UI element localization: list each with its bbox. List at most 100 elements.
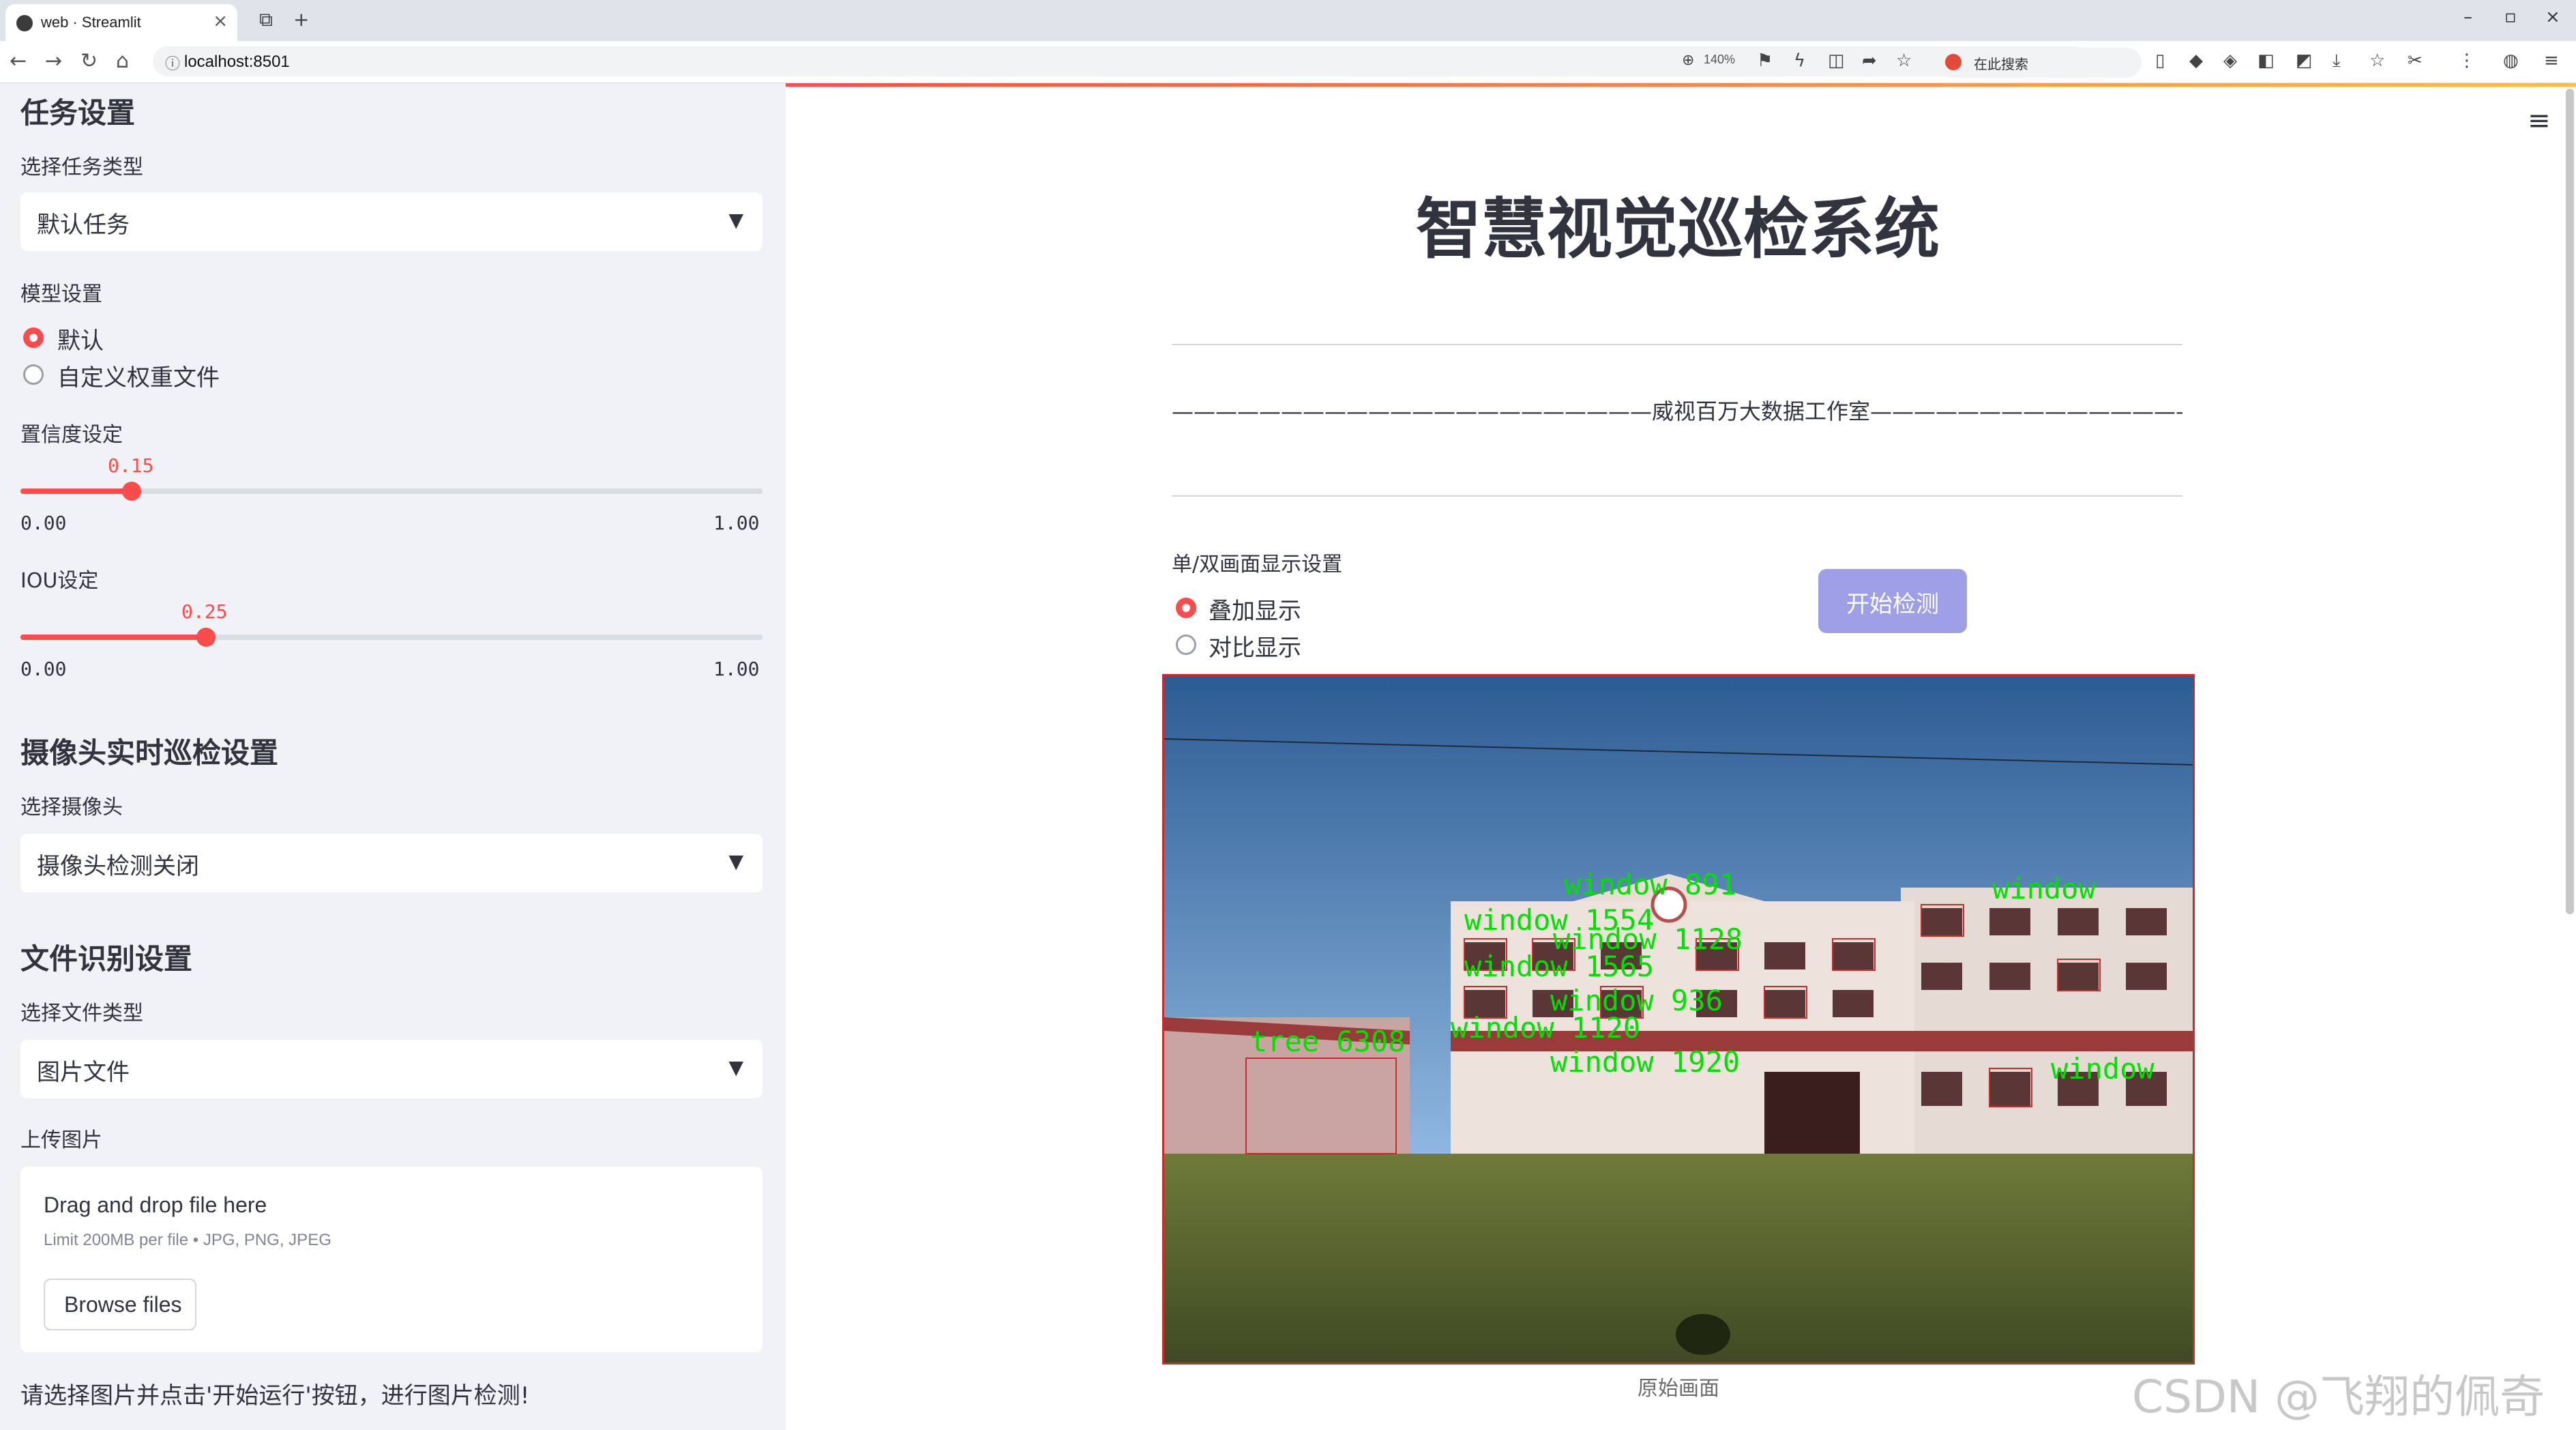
chevron-down-icon: ▼: [728, 850, 743, 873]
browser-tab-bar: web · Streamlit × ⧉ + – ▫ ×: [0, 0, 2576, 41]
start-detection-button[interactable]: 开始检测: [1818, 569, 1967, 633]
zoom-icon[interactable]: ⊕: [1682, 52, 1694, 69]
reading-icon[interactable]: ▯: [2155, 50, 2165, 71]
model-radio-custom[interactable]: [23, 364, 44, 385]
extension-c-icon[interactable]: ◧: [2257, 50, 2275, 71]
iou-slider[interactable]: [20, 628, 763, 647]
display-radio-overlay[interactable]: [1176, 598, 1196, 618]
camera-select[interactable]: 摄像头检测关闭 ▼: [20, 834, 763, 892]
shadow: [1676, 1314, 1730, 1355]
file-uploader-dropzone[interactable]: Drag and drop file here Limit 200MB per …: [20, 1167, 763, 1352]
iou-max: 1.00: [713, 658, 760, 680]
label-window-1120: window 1120: [1451, 1011, 1640, 1045]
translate-icon[interactable]: ⚑: [1757, 50, 1773, 71]
display-option-overlay[interactable]: 叠加显示: [1209, 592, 1301, 626]
display-radio-compare[interactable]: [1176, 634, 1196, 655]
extension-d-icon[interactable]: ◩: [2296, 50, 2313, 71]
page-info-icon[interactable]: ⓘ: [165, 52, 180, 74]
display-option-compare[interactable]: 对比显示: [1209, 629, 1301, 662]
hamburger-menu-icon[interactable]: ≡: [2528, 105, 2551, 136]
zoom-level: 140%: [1704, 53, 1736, 66]
upload-hint: 请选择图片并点击'开始运行'按钮，进行图片检测!: [20, 1382, 530, 1410]
confidence-max: 1.00: [713, 512, 760, 534]
sidebar: 任务设置 选择任务类型 默认任务 ▼ 模型设置 默认 自定义权重文件 置信度设定…: [0, 83, 786, 1430]
confidence-label: 置信度设定: [20, 423, 123, 447]
browser-search-box[interactable]: [1937, 48, 2142, 78]
extension-b-icon[interactable]: ◈: [2223, 50, 2237, 71]
tab-title: web · Streamlit: [41, 14, 141, 31]
url-text: localhost:8501: [184, 53, 290, 71]
label-window-right-bottom: window: [2051, 1052, 2155, 1085]
camera-value: 摄像头检测关闭: [37, 853, 199, 880]
reload-icon[interactable]: ↻: [80, 49, 98, 73]
file-type-select[interactable]: 图片文件 ▼: [20, 1040, 763, 1098]
file-section-title: 文件识别设置: [20, 942, 193, 976]
label-window-1920: window 1920: [1550, 1045, 1740, 1079]
confidence-min: 0.00: [20, 512, 67, 534]
label-tree-6308: tree 6308: [1250, 1025, 1406, 1058]
search-engine-icon: [1945, 54, 1961, 70]
iou-slider-thumb[interactable]: [196, 628, 216, 647]
close-tab-icon[interactable]: ×: [213, 11, 228, 31]
page-scrollbar[interactable]: [2566, 89, 2574, 914]
divider-bottom: [1172, 495, 2182, 497]
tab-groups-icon[interactable]: ⧉: [259, 8, 273, 31]
start-detection-label: 开始检测: [1846, 591, 1939, 618]
camera-section-title: 摄像头实时巡检设置: [20, 736, 279, 770]
file-type-value: 图片文件: [37, 1059, 130, 1086]
confidence-slider-thumb[interactable]: [122, 482, 141, 501]
confidence-slider-fill: [20, 488, 132, 494]
confidence-slider[interactable]: [20, 482, 763, 501]
extension-a-icon[interactable]: ◆: [2189, 50, 2203, 71]
iou-label: IOU设定: [20, 569, 99, 593]
browser-toolbar: ← → ↻ ⌂ ⓘ localhost:8501 ⊕ 140% ⚑ ϟ ◫ ➦ …: [0, 41, 2576, 83]
browse-files-label: Browse files: [64, 1292, 182, 1317]
upload-drag-text: Drag and drop file here: [44, 1193, 267, 1217]
model-radio-default[interactable]: [23, 327, 44, 348]
new-tab-icon[interactable]: +: [293, 8, 309, 31]
scissors-icon[interactable]: ✂: [2408, 50, 2423, 71]
upload-limit-text: Limit 200MB per file • JPG, PNG, JPEG: [44, 1231, 331, 1249]
favorite-star-icon[interactable]: ☆: [1896, 50, 1912, 71]
display-mode-label: 单/双画面显示设置: [1172, 553, 1343, 577]
iou-value: 0.25: [181, 600, 228, 623]
profile-avatar-icon[interactable]: ◍: [2503, 50, 2519, 71]
download-icon[interactable]: ⤓: [2333, 50, 2341, 72]
task-section-title: 任务设置: [20, 96, 136, 130]
task-type-label: 选择任务类型: [20, 156, 143, 179]
detection-image: window 891 window 1554 window 1128 windo…: [1162, 674, 2195, 1365]
model-label: 模型设置: [20, 282, 102, 306]
header-decoration: [786, 83, 2576, 87]
screenshot-icon[interactable]: ◫: [1828, 50, 1845, 71]
task-type-select[interactable]: 默认任务 ▼: [20, 192, 763, 251]
share-icon[interactable]: ➦: [1862, 50, 1877, 71]
lightning-icon[interactable]: ϟ: [1794, 50, 1805, 71]
file-type-label: 选择文件类型: [20, 1002, 143, 1025]
browse-files-button[interactable]: Browse files: [44, 1279, 196, 1330]
menu-icon[interactable]: ≡: [2544, 50, 2559, 71]
forward-icon[interactable]: →: [45, 49, 62, 73]
label-window-1565: window 1565: [1464, 950, 1654, 983]
back-icon[interactable]: ←: [10, 49, 27, 73]
chevron-down-icon: ▼: [728, 209, 743, 231]
iou-min: 0.00: [20, 658, 67, 680]
upload-label: 上传图片: [20, 1128, 102, 1152]
studio-line: ——————————————————————威视百万大数据工作室————————…: [1172, 398, 2182, 424]
task-type-value: 默认任务: [37, 211, 130, 239]
browser-search-placeholder: 在此搜索: [1974, 56, 2028, 72]
iou-slider-fill: [20, 634, 206, 640]
image-caption: 原始画面: [1638, 1377, 1719, 1401]
csdn-watermark: CSDN @飞翔的佩奇: [2132, 1371, 2545, 1423]
model-option-custom[interactable]: 自定义权重文件: [57, 359, 220, 392]
more-icon[interactable]: ⋮: [2458, 50, 2476, 71]
browser-tab[interactable]: web · Streamlit ×: [5, 4, 237, 41]
home-icon[interactable]: ⌂: [116, 49, 129, 73]
bookmarks-icon[interactable]: ☆: [2369, 50, 2385, 71]
streamlit-favicon-icon: [16, 15, 33, 31]
chevron-down-icon: ▼: [728, 1056, 743, 1079]
model-option-default[interactable]: 默认: [57, 322, 104, 355]
confidence-value: 0.15: [108, 454, 154, 477]
close-window-icon[interactable]: ×: [2545, 7, 2560, 27]
minimize-icon[interactable]: –: [2463, 7, 2472, 27]
restore-icon[interactable]: ▫: [2504, 7, 2517, 27]
